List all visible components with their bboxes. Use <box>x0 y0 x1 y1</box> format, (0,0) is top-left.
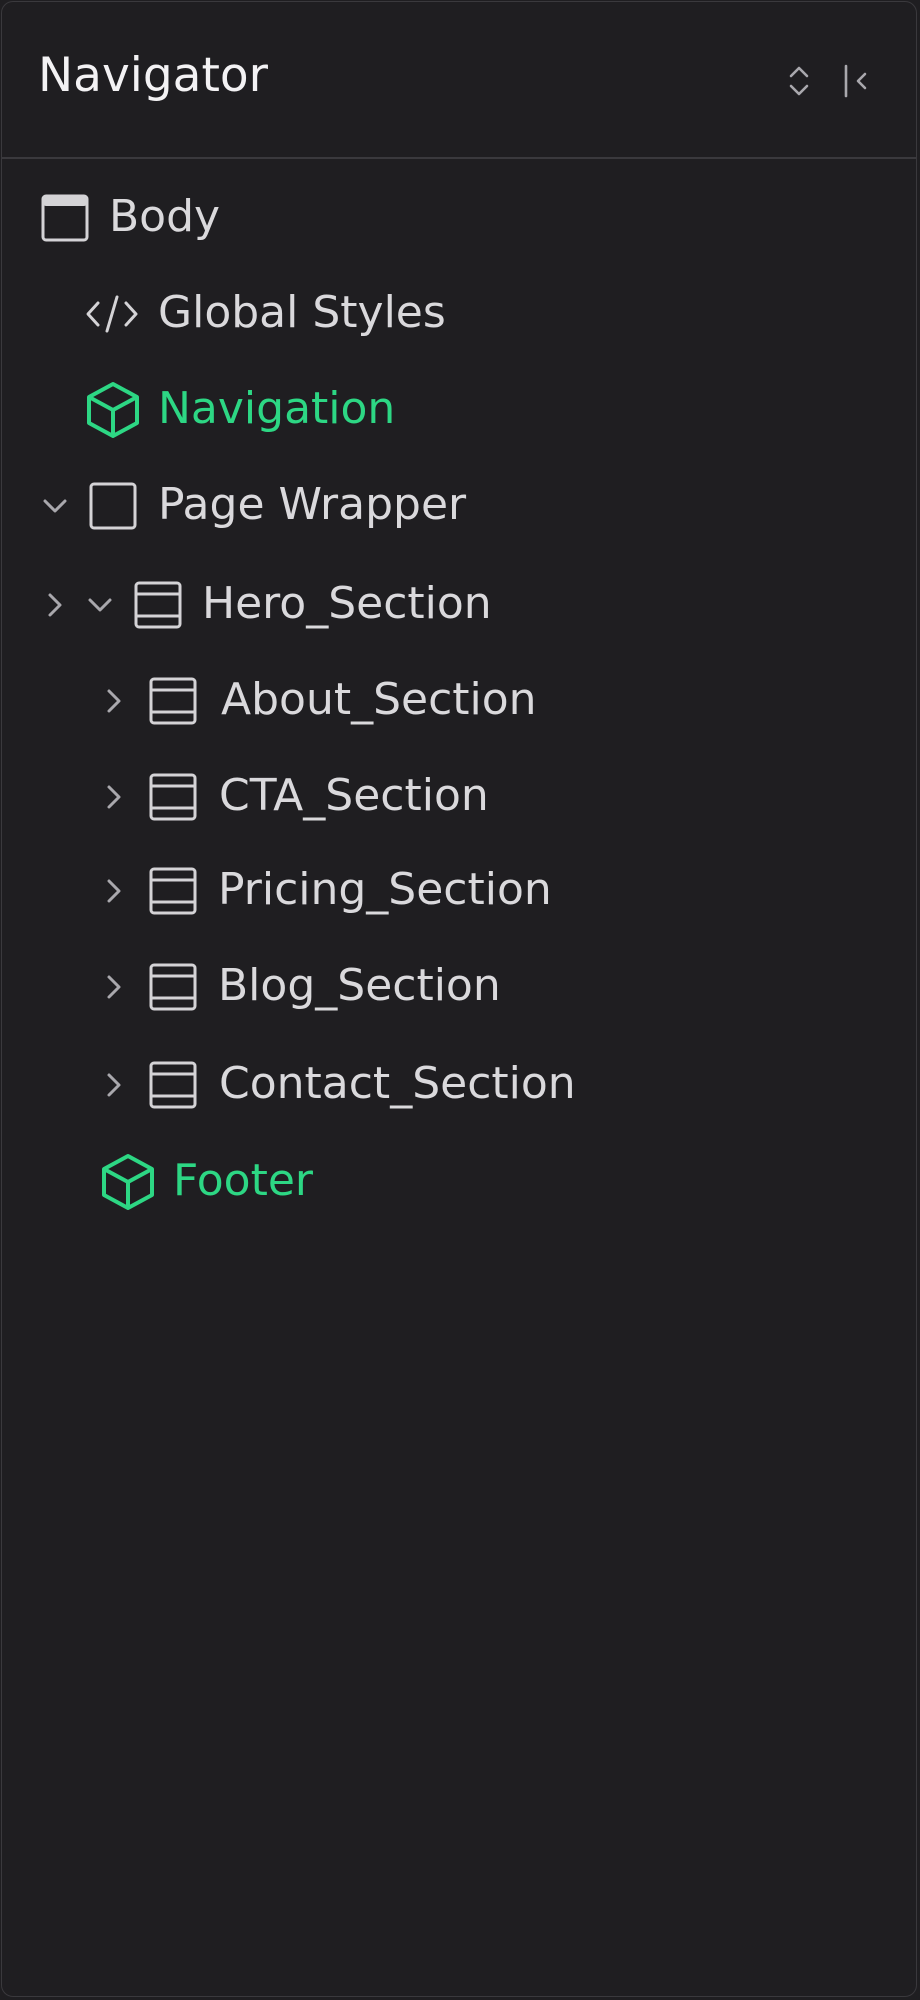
chevron-right-icon[interactable] <box>99 1070 129 1100</box>
collapse-panel-button[interactable] <box>838 57 874 105</box>
tree-item-cta-section[interactable]: CTA_Section <box>2 757 916 837</box>
tree-item-contact-section[interactable]: Contact_Section <box>2 1045 916 1125</box>
section-icon <box>134 581 182 629</box>
tree-item-about-section[interactable]: About_Section <box>2 661 916 741</box>
panel-header: Navigator <box>2 2 916 159</box>
chevron-right-icon[interactable] <box>99 782 129 812</box>
chevron-right-icon[interactable] <box>99 876 129 906</box>
tree-item-global-styles[interactable]: Global Styles <box>2 274 916 354</box>
chevron-down-icon[interactable] <box>85 590 115 620</box>
tree-item-label: About_Section <box>221 674 537 726</box>
component-cube-icon <box>102 1154 154 1210</box>
section-icon <box>149 1061 197 1109</box>
section-icon <box>149 963 197 1011</box>
code-icon <box>86 295 138 333</box>
tree-item-label: Page Wrapper <box>158 479 467 531</box>
div-block-icon <box>89 482 137 530</box>
navigator-panel: Navigator Body Global Styles Navigation … <box>1 1 917 1997</box>
chevron-right-icon[interactable] <box>99 972 129 1002</box>
tree-item-blog-section[interactable]: Blog_Section <box>2 947 916 1027</box>
body-icon <box>41 194 89 242</box>
chevron-down-icon[interactable] <box>40 491 70 521</box>
tree-item-page-wrapper[interactable]: Page Wrapper <box>2 466 916 546</box>
tree-item-label: Navigation <box>158 383 396 435</box>
tree-item-label: Global Styles <box>158 287 446 339</box>
tree-item-label: Contact_Section <box>219 1058 576 1110</box>
tree-item-footer[interactable]: Footer <box>2 1142 916 1222</box>
chevron-right-icon[interactable] <box>40 590 70 620</box>
section-icon <box>149 773 197 821</box>
tree-item-label: Hero_Section <box>202 578 492 630</box>
component-cube-icon <box>87 382 139 438</box>
tree-item-body[interactable]: Body <box>2 178 916 258</box>
section-icon <box>149 867 197 915</box>
tree-item-pricing-section[interactable]: Pricing_Section <box>2 851 916 931</box>
expand-collapse-all-button[interactable] <box>781 57 817 105</box>
tree-item-label: CTA_Section <box>219 770 489 822</box>
chevron-up-down-icon <box>789 66 809 96</box>
chevron-right-icon[interactable] <box>99 686 129 716</box>
collapse-left-icon <box>844 64 867 98</box>
panel-title: Navigator <box>38 48 268 103</box>
tree-item-label: Blog_Section <box>218 960 501 1012</box>
tree-item-label: Pricing_Section <box>218 864 552 916</box>
tree-item-hero-section[interactable]: Hero_Section <box>2 565 916 645</box>
section-icon <box>149 677 197 725</box>
tree-item-label: Footer <box>173 1155 313 1207</box>
tree-item-label: Body <box>109 191 221 243</box>
tree-item-navigation[interactable]: Navigation <box>2 370 916 450</box>
